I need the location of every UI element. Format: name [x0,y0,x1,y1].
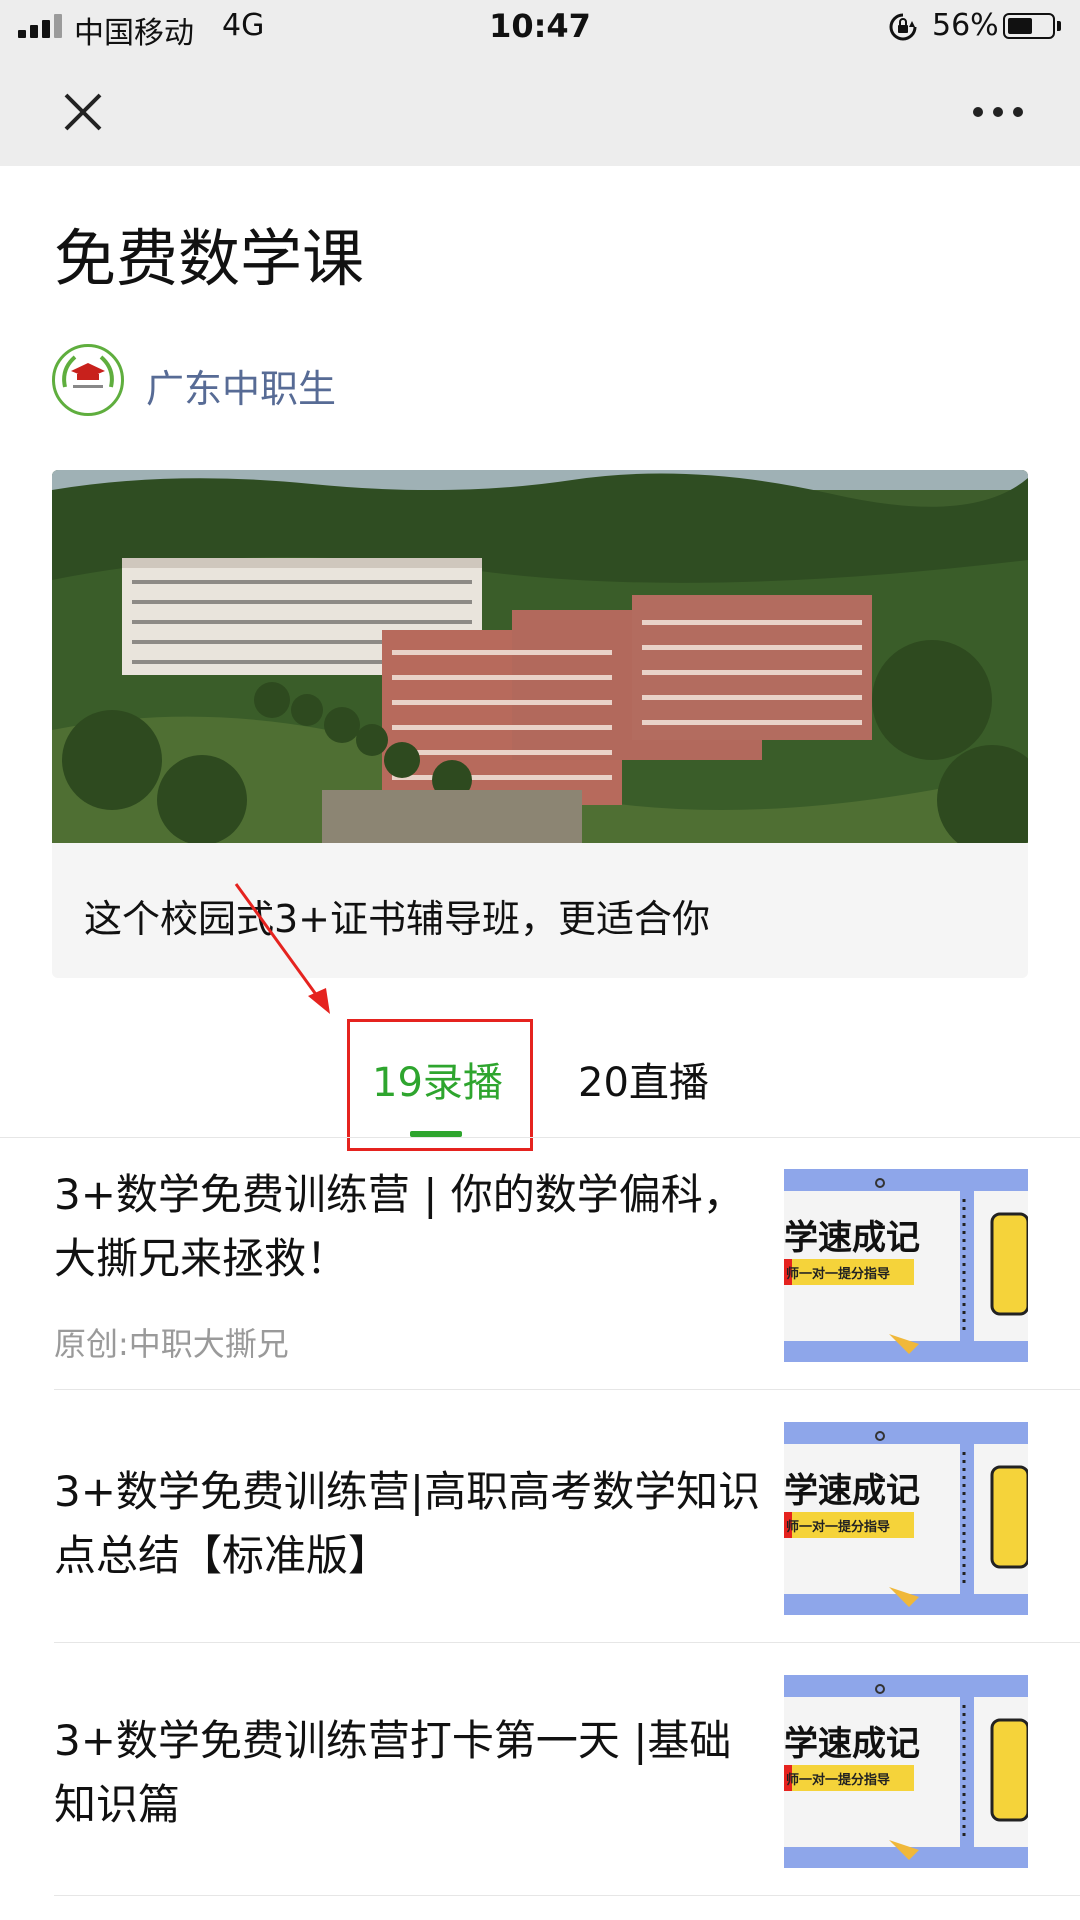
battery-icon [1003,13,1055,39]
article-title[interactable]: 3+数学免费训练营|高职高考数学知识点总结【标准版】 [54,1460,774,1588]
tab-bar: 19录播 20直播 [0,1010,1080,1138]
thumbnail-graphic: 学速成记 师一对一提分指导 [784,1422,1028,1615]
battery-percent: 56% [932,8,999,43]
school-logo-icon [62,355,114,388]
annotation-highlight-box [347,1019,533,1151]
article-item[interactable]: 3+数学免费训练营打卡第一天 |基础知识篇 学速成记 师一对一提分指导 [0,1643,1080,1896]
close-icon[interactable] [60,89,106,135]
article-thumbnail[interactable]: 学速成记 师一对一提分指导 [784,1169,1028,1362]
author-name[interactable]: 广东中职生 [146,358,336,413]
article-item[interactable]: 3+数学免费训练营 | 你的数学偏科，大撕兄来拯救！ 原创:中职大撕兄 学速成记… [0,1137,1080,1390]
battery-tip [1057,21,1061,31]
thumbnail-graphic: 学速成记 师一对一提分指导 [784,1169,1028,1362]
battery-level [1008,18,1032,34]
more-icon[interactable] [970,100,1026,124]
tab-live[interactable]: 20直播 [578,1050,709,1108]
status-time: 10:47 [489,7,591,45]
article-source: 原创:中职大撕兄 [54,1325,289,1363]
article-thumbnail[interactable]: 学速成记 师一对一提分指导 [784,1422,1028,1615]
article-divider [54,1895,1080,1896]
featured-article-card[interactable]: 这个校园式3+证书辅导班，更适合你 [52,470,1028,978]
article-title[interactable]: 3+数学免费训练营 | 你的数学偏科，大撕兄来拯救！ [54,1163,754,1291]
page-title: 免费数学课 [54,222,365,295]
svg-text:学速成记: 学速成记 [784,1724,920,1764]
article-item[interactable]: 3+数学免费训练营|高职高考数学知识点总结【标准版】 学速成记 师一对一提分指导 [0,1390,1080,1643]
annotation-arrow [234,883,330,1014]
card-caption: 这个校园式3+证书辅导班，更适合你 [84,897,711,941]
status-bar: 中国移动 4G 10:47 56% [0,0,1080,56]
svg-text:师一对一提分指导: 师一对一提分指导 [786,1519,890,1535]
svg-text:师一对一提分指导: 师一对一提分指导 [786,1266,890,1282]
svg-text:学速成记: 学速成记 [784,1218,920,1258]
svg-text:师一对一提分指导: 师一对一提分指导 [786,1772,890,1788]
rotation-lock-icon [889,13,917,41]
campus-photo [52,470,1028,843]
article-thumbnail[interactable]: 学速成记 师一对一提分指导 [784,1675,1028,1868]
svg-text:学速成记: 学速成记 [784,1471,920,1511]
avatar[interactable] [52,344,124,416]
thumbnail-graphic: 学速成记 师一对一提分指导 [784,1675,1028,1868]
article-title[interactable]: 3+数学免费训练营打卡第一天 |基础知识篇 [54,1709,754,1837]
nav-bar [0,56,1080,166]
